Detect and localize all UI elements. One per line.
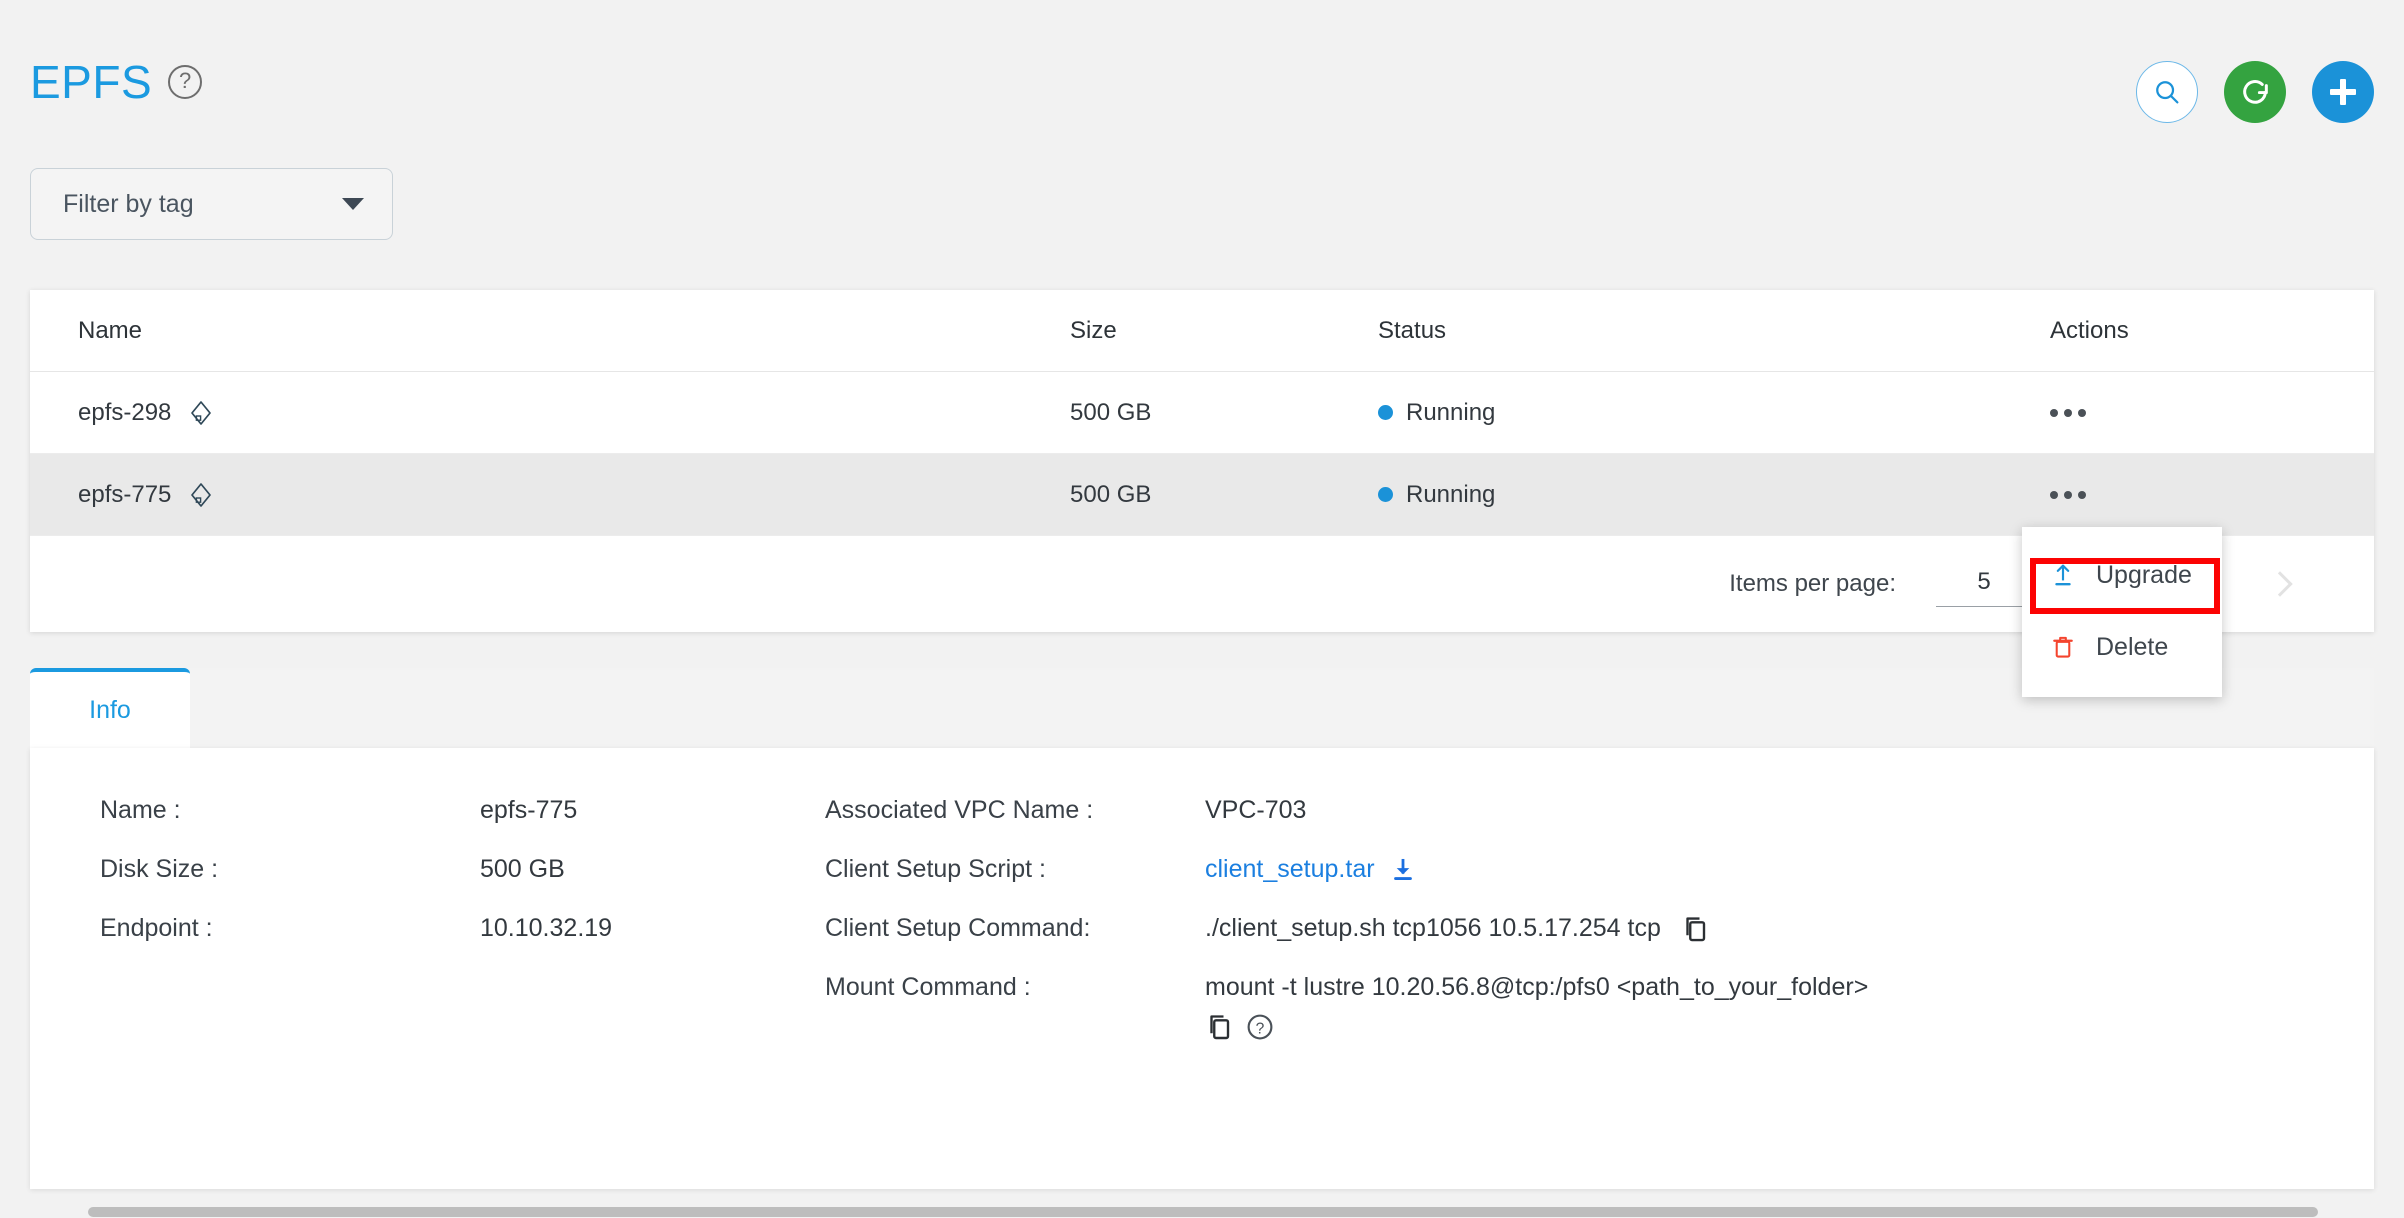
filter-by-tag-label: Filter by tag (63, 189, 194, 218)
header-actions (2136, 61, 2374, 123)
row-actions-context-menu: Upgrade Delete (2022, 527, 2222, 697)
svg-text:?: ? (1256, 1020, 1265, 1037)
filter-by-tag-select[interactable]: Filter by tag (30, 168, 393, 240)
info-label-client-setup-script: Client Setup Script : (825, 855, 1046, 883)
column-header-status: Status (1378, 316, 1447, 344)
row-status: Running (1406, 480, 1496, 508)
refresh-icon (2243, 80, 2268, 104)
column-header-actions: Actions (2050, 316, 2129, 344)
menu-item-delete[interactable]: Delete (2022, 611, 2222, 683)
chevron-down-icon (342, 198, 364, 210)
info-row-mount-command: Mount Command : mount -t lustre 10.20.56… (825, 973, 1868, 1042)
info-row-endpoint: Endpoint : 10.10.32.19 (100, 914, 612, 943)
row-actions-menu-button[interactable] (2050, 408, 2374, 417)
items-per-page-label: Items per page: (1729, 570, 1896, 597)
trash-icon (2053, 636, 2073, 658)
info-label-client-setup-command: Client Setup Command: (825, 914, 1091, 942)
next-page-button[interactable] (2244, 548, 2316, 620)
column-header-name: Name (78, 316, 143, 344)
page-header: EPFS ? (30, 55, 203, 109)
info-row-client-setup-script: Client Setup Script : client_setup.tar (825, 855, 1417, 884)
copy-icon[interactable] (1205, 1012, 1235, 1042)
row-size: 500 GB (1070, 398, 1152, 426)
plus-icon (2330, 79, 2356, 105)
tag-icon[interactable] (189, 400, 213, 426)
scrollbar-thumb[interactable] (88, 1207, 2318, 1217)
info-value-vpc-name: VPC-703 (1205, 796, 1307, 824)
info-value-endpoint: 10.10.32.19 (480, 914, 613, 942)
row-actions-menu-button[interactable] (2050, 490, 2374, 499)
info-value-disk-size: 500 GB (480, 855, 565, 883)
status-dot-icon (1378, 487, 1393, 502)
tab-info[interactable]: Info (30, 668, 190, 748)
add-button[interactable] (2312, 61, 2374, 123)
info-row-vpc-name: Associated VPC Name : VPC-703 (825, 796, 1306, 825)
info-value-client-setup-command: ./client_setup.sh tcp1056 10.5.17.254 tc… (1205, 914, 1661, 942)
table-header-row: Name Size Status Actions (30, 290, 2374, 372)
info-label-endpoint: Endpoint : (100, 914, 213, 942)
epfs-page: EPFS ? Filter by tag Name Size Status Ac… (0, 0, 2404, 1218)
chevron-right-icon (2267, 571, 2293, 597)
search-button[interactable] (2136, 61, 2198, 123)
row-size: 500 GB (1070, 480, 1152, 508)
refresh-button[interactable] (2224, 61, 2286, 123)
tag-icon[interactable] (189, 482, 213, 508)
help-circle-icon[interactable]: ? (168, 65, 203, 99)
help-circle-icon[interactable]: ? (1245, 1012, 1275, 1042)
row-name: epfs-298 (78, 398, 172, 426)
info-panel: Name : epfs-775 Disk Size : 500 GB Endpo… (30, 748, 2374, 1189)
info-label-vpc-name: Associated VPC Name : (825, 796, 1094, 824)
info-row-client-setup-command: Client Setup Command: ./client_setup.sh … (825, 914, 1711, 944)
menu-item-delete-label: Delete (2096, 632, 2169, 661)
info-value-name: epfs-775 (480, 796, 578, 824)
table-row[interactable]: epfs-298 500 GB Running (30, 372, 2374, 454)
menu-item-upgrade[interactable]: Upgrade (2022, 539, 2222, 611)
upload-arrow-icon (2055, 564, 2071, 586)
tab-info-label: Info (89, 695, 131, 724)
row-name: epfs-775 (78, 480, 172, 508)
client-setup-script-link[interactable]: client_setup.tar (1205, 855, 1375, 884)
info-row-disk-size: Disk Size : 500 GB (100, 855, 565, 884)
info-value-mount-command: mount -t lustre 10.20.56.8@tcp:/pfs0 <pa… (1205, 973, 1869, 1001)
info-row-name: Name : epfs-775 (100, 796, 577, 825)
column-header-size: Size (1070, 316, 1117, 344)
search-icon (2156, 81, 2179, 104)
horizontal-scrollbar[interactable] (0, 1206, 2404, 1218)
status-dot-icon (1378, 405, 1393, 420)
page-title: EPFS (30, 56, 153, 108)
row-status: Running (1406, 398, 1496, 426)
info-label-disk-size: Disk Size : (100, 855, 219, 883)
info-label-mount-command: Mount Command : (825, 973, 1031, 1001)
items-per-page-select[interactable]: 5 (1936, 562, 2032, 607)
download-icon[interactable] (1389, 855, 1417, 883)
copy-icon[interactable] (1681, 914, 1711, 944)
menu-item-upgrade-label: Upgrade (2096, 560, 2192, 589)
table-row[interactable]: epfs-775 500 GB Running (30, 454, 2374, 536)
info-label-name: Name : (100, 796, 181, 824)
